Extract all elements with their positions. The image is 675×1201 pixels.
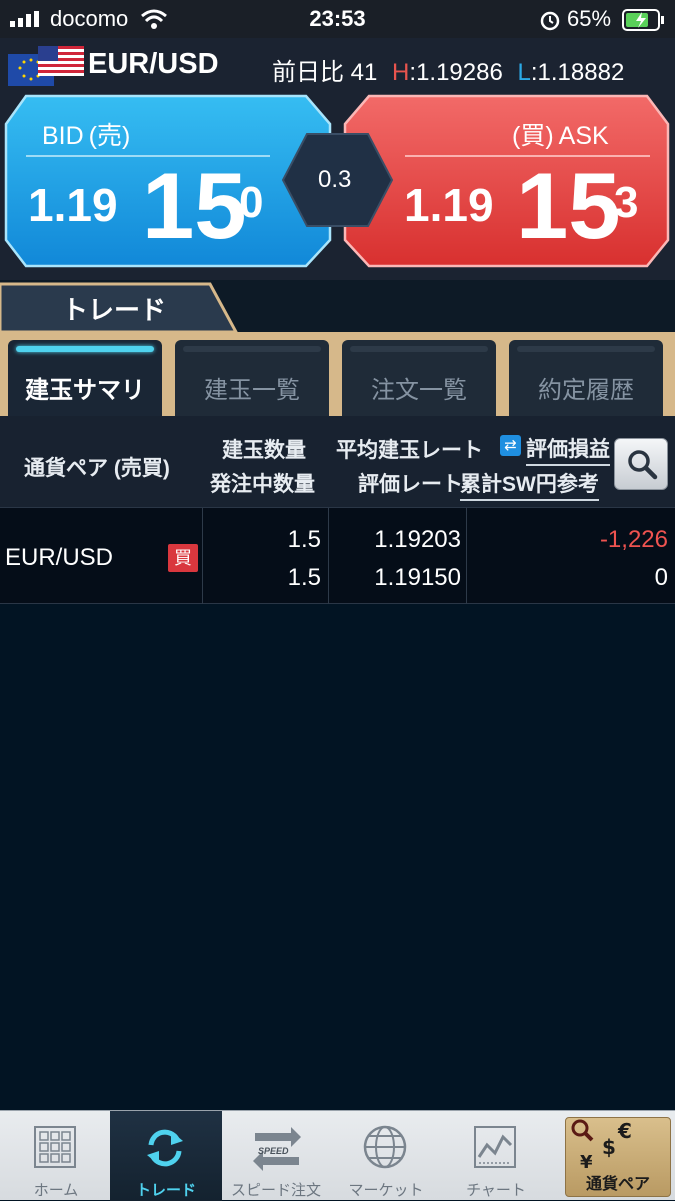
side-badge: 買 — [168, 544, 198, 572]
nav-label: スピード注文 — [230, 1182, 321, 1199]
col-header-pnl[interactable]: 評価損益 — [526, 433, 610, 466]
flag-icon[interactable] — [8, 46, 84, 86]
pair-title[interactable]: EUR/USD — [88, 48, 219, 81]
ticker-line: 前日比 41 H:1.19286 L:1.18882 — [272, 59, 625, 86]
row-pnl: -1,226 — [599, 526, 668, 553]
nav-market[interactable]: マーケット — [330, 1111, 442, 1201]
col-header-qty: 建玉数量 — [222, 439, 306, 462]
high-value: 1.19286 — [416, 59, 503, 86]
bid-rate-pips: 15 — [142, 153, 247, 258]
column-divider — [202, 508, 203, 604]
change-value: 41 — [350, 59, 378, 86]
column-divider — [466, 508, 467, 604]
tab-trade-label: トレード — [62, 295, 167, 325]
row-qty: 1.5 — [287, 526, 321, 553]
svg-text:SPEED: SPEED — [258, 1146, 289, 1156]
low-label: L — [517, 59, 531, 86]
bid-rate-prefix: 1.19 — [28, 179, 118, 231]
nav-label: チャート — [466, 1182, 526, 1199]
tab-position-list[interactable]: 建玉一覧 — [175, 340, 329, 416]
nav-label: マーケット — [348, 1182, 424, 1199]
svg-text:¥: ¥ — [580, 1152, 593, 1170]
row-avg-rate: 1.19203 — [374, 526, 461, 553]
change-label: 前日比 — [272, 59, 344, 86]
sub-tab-bar: 建玉サマリ 建玉一覧 注文一覧 約定履歴 — [0, 332, 675, 416]
search-button[interactable] — [614, 438, 668, 490]
bid-rate-fraction: 0 — [239, 178, 264, 227]
high-label: H — [392, 59, 410, 86]
low-value: 1.18882 — [537, 59, 625, 86]
chart-icon — [474, 1126, 516, 1168]
speed-order-icon: SPEED — [253, 1127, 301, 1171]
col-header-avg-rate: 平均建玉レート — [336, 439, 483, 462]
svg-text:€: € — [617, 1119, 632, 1143]
ask-rate-pips: 15 — [516, 153, 621, 258]
table-row[interactable]: EUR/USD 買 1.5 1.5 1.19203 1.19150 -1,226… — [0, 508, 675, 604]
pair-header: EUR/USD 前日比 41 H:1.19286 L:1.18882 — [0, 38, 675, 94]
search-icon — [628, 450, 658, 480]
battery-percent: 65% — [567, 6, 612, 31]
nav-label: 通貨ペア — [585, 1176, 650, 1193]
col-header-pair: 通貨ペア (売買) — [24, 457, 170, 480]
tab-indicator — [350, 346, 488, 352]
row-pair: EUR/USD — [5, 544, 114, 571]
spread-value: 0.3 — [318, 166, 352, 193]
currency-pair-icon: € $ ¥ — [571, 1119, 632, 1170]
tab-indicator — [16, 346, 154, 352]
section-tab-row: トレード — [0, 280, 675, 332]
col-header-swap[interactable]: 累計SW円参考 — [460, 468, 599, 501]
column-divider — [328, 508, 329, 604]
swap-toggle-icon[interactable]: ⇄ — [500, 435, 521, 456]
ask-rate-fraction: 3 — [614, 178, 639, 227]
nav-trade[interactable]: トレード — [110, 1111, 222, 1201]
tab-label: 約定履歴 — [538, 377, 634, 404]
tab-position-summary[interactable]: 建玉サマリ — [8, 340, 162, 416]
tab-indicator — [183, 346, 321, 352]
refresh-arrows-icon — [147, 1129, 183, 1167]
nav-label: トレード — [135, 1182, 196, 1199]
nav-speed-order[interactable]: SPEED スピード注文 — [220, 1111, 332, 1201]
ask-rate-prefix: 1.19 — [404, 179, 494, 231]
quote-panel: BID (売) 1.19 15 0 0.3 (買) ASK 1.19 15 3 — [0, 94, 675, 280]
home-grid-icon — [34, 1126, 76, 1168]
tab-label: 注文一覧 — [371, 377, 467, 404]
currency-pair-button[interactable]: € $ ¥ 通貨ペア — [565, 1117, 671, 1197]
col-header-pending: 発注中数量 — [210, 473, 315, 496]
svg-text:$: $ — [602, 1135, 616, 1159]
table-header: 通貨ペア (売買) 建玉数量 発注中数量 平均建玉レート 評価レート ⇄ 評価損… — [0, 416, 675, 508]
status-bar: docomo 23:53 65% — [0, 0, 675, 38]
nav-label: ホーム — [33, 1182, 79, 1199]
nav-home[interactable]: ホーム — [0, 1111, 112, 1201]
tab-label: 建玉サマリ — [25, 377, 145, 404]
nav-chart[interactable]: チャート — [440, 1111, 552, 1201]
battery-icon — [622, 9, 664, 31]
bottom-nav: ホーム トレード SPEED スピード注文 マーケット チャート € $ ¥ 通… — [0, 1110, 675, 1201]
tab-label: 建玉一覧 — [204, 377, 300, 404]
alarm-icon — [540, 11, 560, 31]
row-eval-rate: 1.19150 — [374, 564, 461, 591]
tab-order-list[interactable]: 注文一覧 — [342, 340, 496, 416]
row-pending: 1.5 — [287, 564, 321, 591]
bid-label: BID (売) — [42, 122, 131, 150]
ask-label: (買) ASK — [512, 122, 609, 150]
tab-indicator — [517, 346, 655, 352]
col-header-eval-rate: 評価レート — [358, 473, 463, 496]
tab-execution-history[interactable]: 約定履歴 — [509, 340, 663, 416]
globe-icon — [363, 1125, 407, 1169]
row-swap: 0 — [654, 564, 668, 591]
